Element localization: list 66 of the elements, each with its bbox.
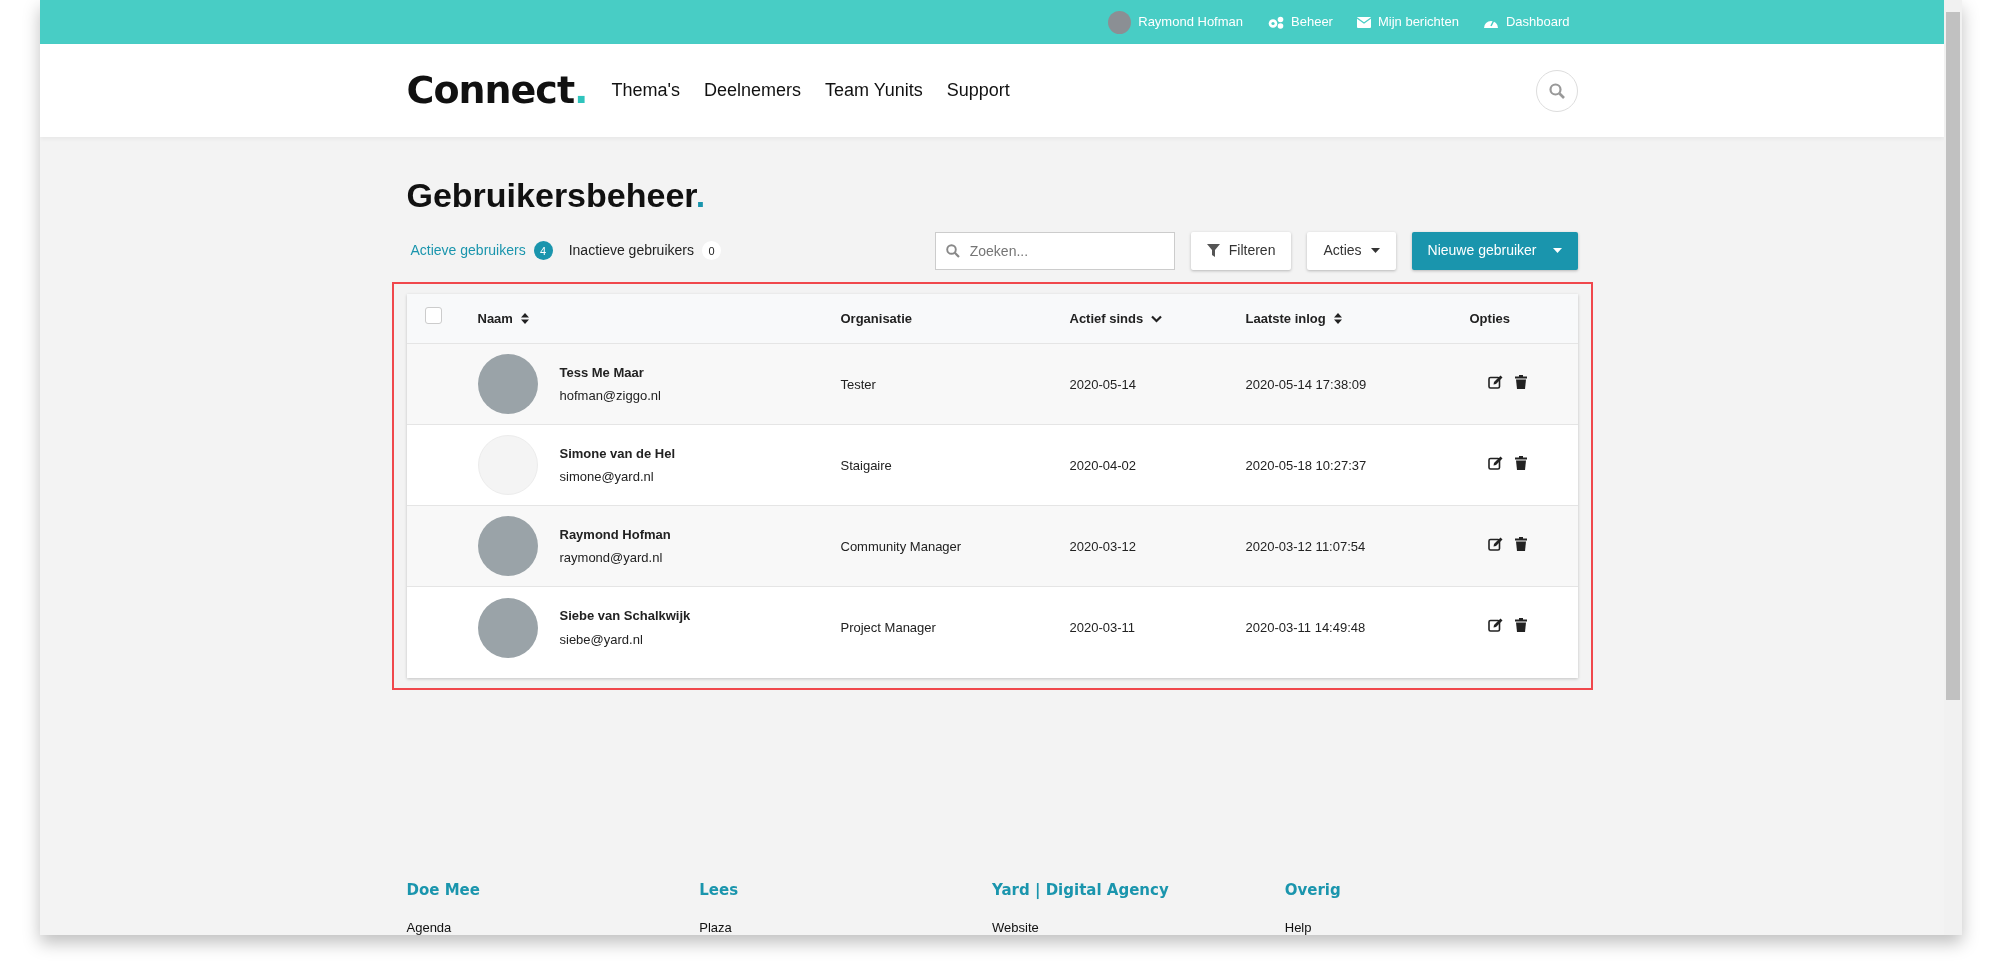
sort-icon (1333, 313, 1342, 325)
footer-heading: Yard | Digital Agency (992, 880, 1170, 901)
trash-icon (1514, 536, 1527, 551)
trash-icon (1514, 455, 1527, 470)
footer-heading: Lees (699, 880, 740, 901)
table-cell: Tester (840, 376, 876, 392)
sort-icon (520, 313, 529, 325)
tab[interactable]: Actieve gebruikers 4 (410, 240, 553, 262)
column-header[interactable]: Naam (477, 308, 513, 329)
nav-link[interactable]: Support (946, 77, 1010, 104)
footer-link[interactable]: Plaza (699, 917, 992, 935)
edit-icon (1487, 536, 1503, 551)
dropdown-button[interactable]: Acties (1307, 231, 1396, 270)
column-header[interactable]: Actief sinds (1069, 308, 1144, 329)
table-cell: 2020-03-11 14:49:48 (1245, 619, 1366, 635)
table-cell: 2020-05-14 17:38:09 (1245, 376, 1367, 392)
footer-heading: Overig (1284, 880, 1342, 901)
edit-icon (1487, 455, 1503, 470)
table-cell: 2020-05-14 (1069, 376, 1136, 392)
search-icon (1548, 82, 1565, 99)
footer-heading: Doe Mee (406, 880, 481, 901)
filter-icon (1206, 244, 1220, 258)
user-email: siebe@yard.nl (559, 630, 644, 649)
user-name: Raymond Hofman (559, 525, 671, 544)
user-email: hofman@ziggo.nl (559, 387, 661, 406)
column-header[interactable]: Laatste inlog (1245, 308, 1326, 329)
page-title: Gebruikersbeheer. (406, 175, 707, 216)
table-cell: 2020-04-02 (1069, 457, 1136, 473)
column-header: Opties (1469, 309, 1510, 328)
column-header: Organisatie (840, 309, 913, 328)
nav-link[interactable]: Deelnemers (703, 77, 801, 104)
tab[interactable]: Inactieve gebruikers 0 (568, 240, 721, 262)
user-email: raymond@yard.nl (559, 549, 664, 568)
caret-icon (1370, 248, 1380, 254)
trash-icon (1514, 374, 1527, 389)
table-cell: Project Manager (840, 619, 936, 635)
search-field[interactable]: Zoeken... (934, 231, 1175, 270)
avatar-photo (1108, 10, 1132, 34)
scrollbar-thumb[interactable] (1946, 12, 1960, 700)
select-all-checkbox[interactable] (424, 307, 442, 325)
edit-icon (1487, 374, 1503, 389)
table-cell: 2020-03-12 11:07:54 (1245, 538, 1366, 554)
logo[interactable]: Connect. (406, 62, 588, 119)
user-name: Simone van de Hel (559, 444, 676, 463)
trash-icon (1514, 617, 1527, 632)
caret-icon (1552, 248, 1562, 254)
dropdown-button[interactable]: Nieuwe gebruiker (1411, 231, 1578, 270)
envelope-icon (1356, 16, 1371, 28)
chevron-down-icon (1151, 314, 1163, 323)
table-cell: Staigaire (840, 457, 892, 473)
search-icon (945, 243, 960, 258)
filter-button[interactable]: Filteren (1190, 231, 1292, 270)
gears-icon (1267, 15, 1285, 29)
table-cell: Community Manager (840, 538, 962, 554)
footer-link[interactable]: Help (1284, 917, 1578, 935)
nav-link[interactable]: Team Yunits (825, 77, 923, 104)
table-cell: 2020-03-12 (1069, 538, 1136, 554)
user-name: Siebe van Schalkwijk (559, 607, 691, 626)
footer-link[interactable]: Agenda (406, 917, 700, 935)
user-name: Tess Me Maar (559, 363, 645, 382)
footer-link[interactable]: Website (992, 917, 1285, 935)
edit-icon (1487, 617, 1503, 632)
user-email: simone@yard.nl (559, 468, 655, 487)
table-cell: 2020-03-11 (1069, 619, 1136, 635)
table-cell: 2020-05-18 10:27:37 (1245, 457, 1367, 473)
nav-link[interactable]: Thema's (611, 77, 680, 104)
